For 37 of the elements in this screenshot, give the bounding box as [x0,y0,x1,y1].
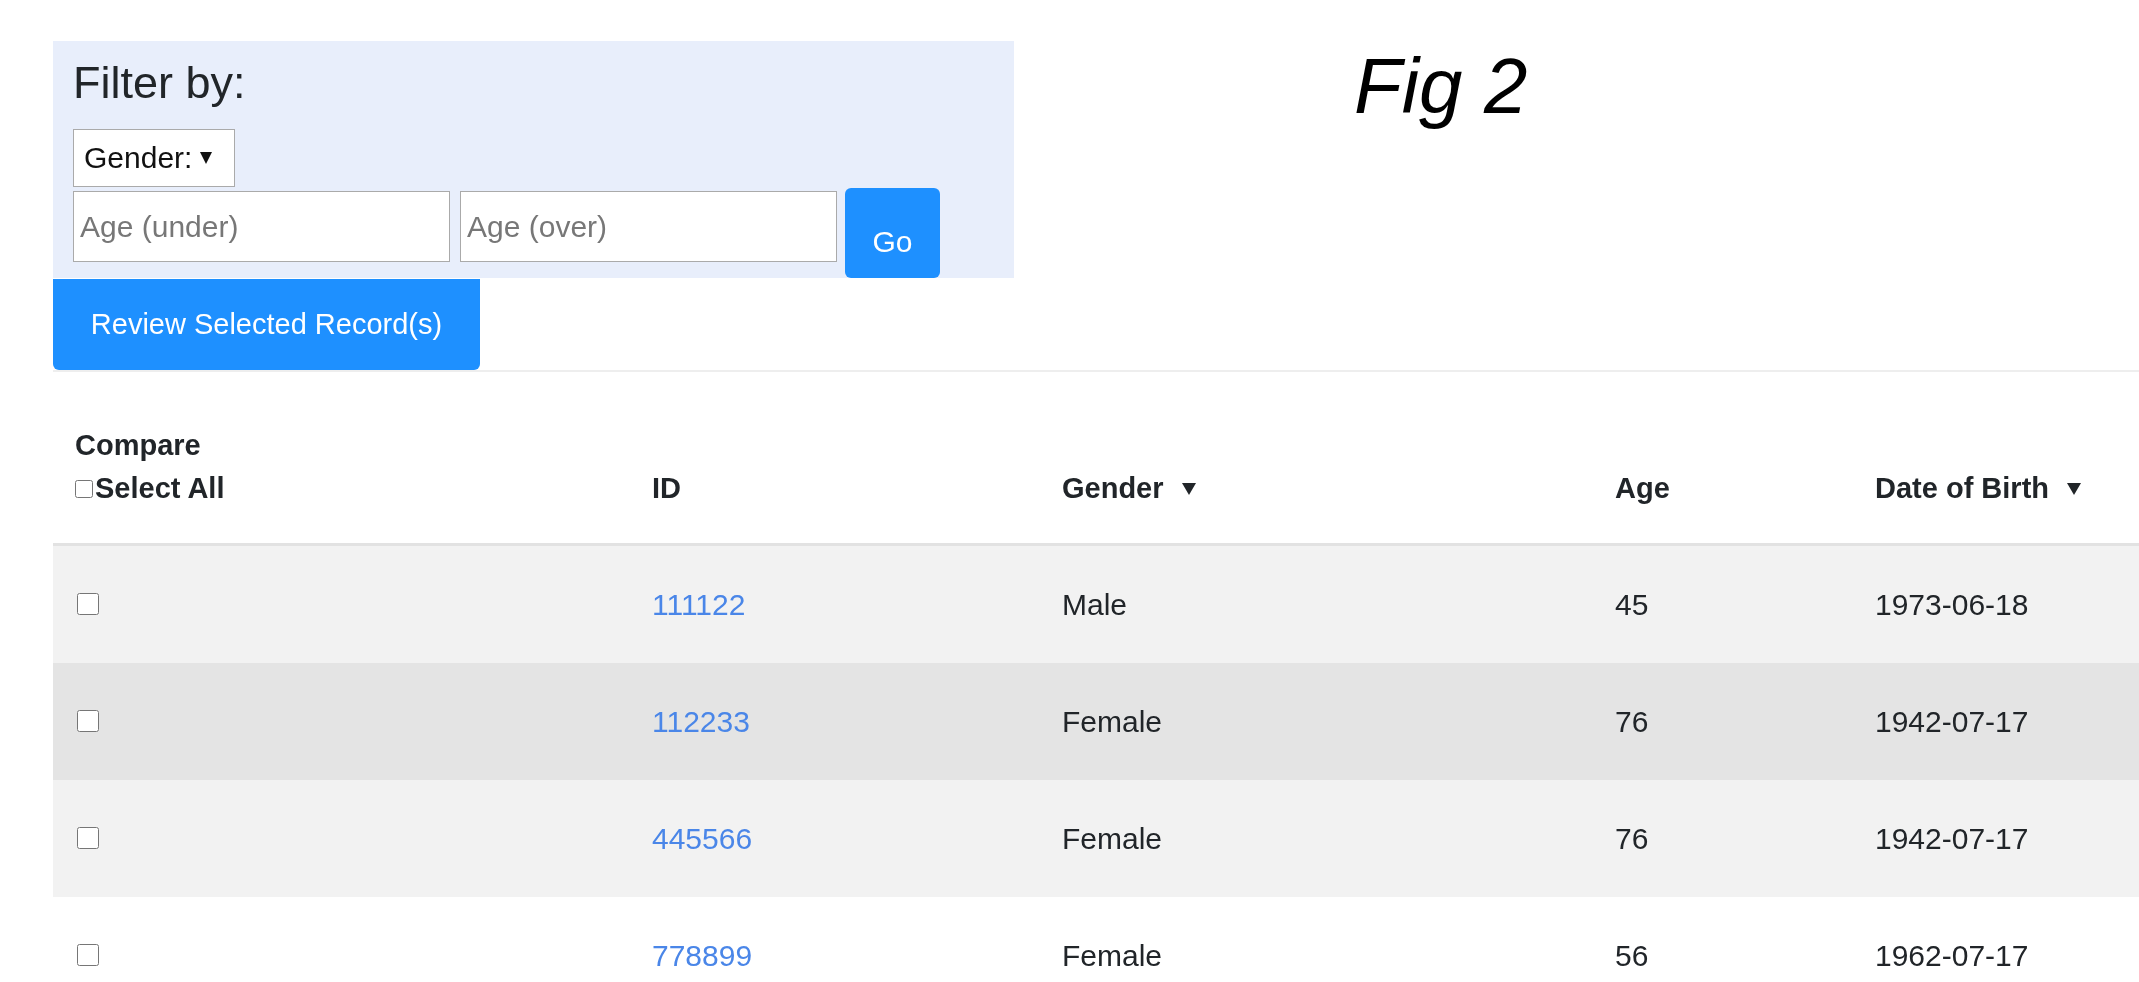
row-checkbox[interactable] [77,709,99,732]
age-cell: 76 [1615,821,1649,855]
column-header[interactable]: Gender [1062,472,1164,505]
gender-cell: Male [1062,587,1128,621]
sort-arrow-icon[interactable] [1181,482,1196,495]
column-header[interactable]: Age [1615,472,1670,505]
gender-select[interactable]: Gender: [73,129,235,187]
age-under-field[interactable]: Age (under) [73,191,450,262]
filter-title: Filter by: [73,56,246,110]
row-checkbox[interactable] [77,943,99,966]
figure-label: Fig 2 [1354,41,1528,131]
date-of-birth-cell: 1973-06-18 [1875,587,2029,621]
row-checkbox[interactable] [77,826,99,849]
age-cell: 45 [1615,587,1649,621]
column-header[interactable]: ID [652,472,681,505]
row-checkbox[interactable] [77,592,99,615]
record-id-link[interactable]: 778899 [652,938,753,972]
go-button[interactable]: Go [845,188,940,278]
caret-icon [200,152,213,164]
age-cell: 56 [1615,938,1649,972]
review-button[interactable]: Review Selected Record(s) [53,279,480,370]
date-of-birth-cell: 1962-07-17 [1875,938,2029,972]
gender-cell: Female [1062,704,1163,738]
compare-heading: Compare [75,429,201,462]
age-cell: 76 [1615,704,1649,738]
date-of-birth-cell: 1942-07-17 [1875,704,2029,738]
gender-cell: Female [1062,821,1163,855]
select-all-label: Select All [95,472,225,505]
record-id-link[interactable]: 445566 [652,821,753,855]
age-over-field[interactable]: Age (over) [460,191,837,262]
select-all-checkbox[interactable] [75,479,93,498]
record-id-link[interactable]: 111122 [652,587,746,621]
gender-cell: Female [1062,938,1163,972]
record-id-link[interactable]: 112233 [652,704,750,738]
column-header[interactable]: Date of Birth [1875,472,2049,505]
date-of-birth-cell: 1942-07-17 [1875,821,2029,855]
sort-arrow-icon[interactable] [2067,482,2081,495]
